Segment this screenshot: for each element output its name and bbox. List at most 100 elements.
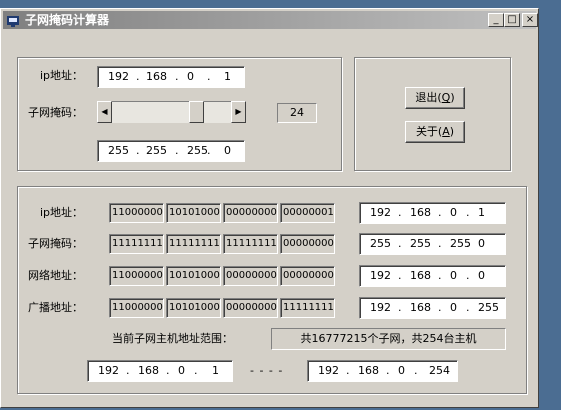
broadcast-decimal-octet-4: 255 (478, 301, 499, 314)
ip-octet-2: 168 (146, 70, 167, 83)
ip-octet-1: 192 (108, 70, 129, 83)
network-decimal-field[interactable]: 192 168 0 0... (359, 265, 506, 287)
mask-binary-octet-4: 00000000 (280, 234, 335, 254)
dot: . (398, 206, 402, 219)
broadcast-row-label: 广播地址： (28, 301, 83, 314)
about-paren: ) (449, 125, 455, 138)
network-row-label: 网络地址： (28, 269, 83, 282)
dot: . (166, 364, 170, 377)
dot: . (438, 301, 442, 314)
dot: . (207, 70, 211, 83)
mask-octet-1: 255 (108, 144, 129, 157)
network-binary-octet-1: 11000000 (109, 266, 164, 286)
dot: . (466, 301, 470, 314)
ip-row-label: ip地址： (40, 206, 84, 219)
range-end-octet-2: 168 (358, 364, 379, 377)
prefix-readout: 24 (277, 103, 317, 123)
close-button[interactable]: × (522, 13, 538, 27)
broadcast-decimal-octet-3: 0 (450, 301, 457, 314)
broadcast-decimal-octet-1: 192 (370, 301, 391, 314)
mask-binary-octet-2: 11111111 (166, 234, 221, 254)
ip-octet-4: 1 (224, 70, 231, 83)
mask-decimal-octet-4: 0 (478, 237, 485, 250)
range-start-octet-1: 192 (98, 364, 119, 377)
mask-binary-octet-3: 11111111 (223, 234, 278, 254)
mask-octet-2: 255 (146, 144, 167, 157)
range-label: 当前子网主机地址范围： (112, 332, 233, 345)
ip-decimal-octet-2: 168 (410, 206, 431, 219)
range-end-octet-3: 0 (398, 364, 405, 377)
dot: . (466, 269, 470, 282)
ip-binary-octet-2: 10101000 (166, 203, 221, 223)
about-button[interactable]: 关于(A) (405, 121, 465, 143)
ip-decimal-octet-4: 1 (478, 206, 485, 219)
range-start[interactable]: 192 . 168 . 0 . 1 (87, 360, 233, 382)
network-binary-octet-3: 00000000 (223, 266, 278, 286)
dot: . (438, 237, 442, 250)
dot: . (386, 364, 390, 377)
range-end-octet-4: 254 (429, 364, 450, 377)
dot: . (194, 364, 198, 377)
slider-left-arrow-icon[interactable]: ◀ (97, 101, 112, 123)
dot: . (438, 269, 442, 282)
broadcast-decimal-field[interactable]: 192 168 0 255... (359, 297, 506, 319)
range-start-octet-4: 1 (212, 364, 219, 377)
ip-decimal-octet-1: 192 (370, 206, 391, 219)
dot: . (175, 70, 179, 83)
network-decimal-octet-4: 0 (478, 269, 485, 282)
mask-decimal-octet-2: 255 (410, 237, 431, 250)
mask-slider[interactable] (97, 101, 245, 123)
ip-input[interactable]: 192 . 168 . 0 . 1 (97, 66, 245, 88)
slider-thumb[interactable] (189, 101, 204, 123)
title-bar[interactable]: 子网掩码计算器 _ □ × (3, 11, 538, 29)
dot: . (346, 364, 350, 377)
window-title: 子网掩码计算器 (25, 13, 110, 27)
action-group (354, 57, 511, 171)
about-hotkey: A (442, 125, 450, 138)
mask-row-label: 子网掩码： (28, 237, 83, 250)
mask-binary-octet-1: 11111111 (109, 234, 164, 254)
exit-paren: ) (450, 91, 455, 104)
dot: . (466, 206, 470, 219)
network-binary-octet-4: 00000000 (280, 266, 335, 286)
maximize-button[interactable]: □ (504, 13, 520, 27)
dot: . (398, 269, 402, 282)
dot: . (207, 144, 211, 157)
broadcast-binary-octet-2: 10101000 (166, 298, 221, 318)
dot: . (398, 237, 402, 250)
mask-decimal-field[interactable]: 255 255 255 0... (359, 233, 506, 255)
ip-decimal-field[interactable]: 192 168 0 1... (359, 202, 506, 224)
network-decimal-octet-1: 192 (370, 269, 391, 282)
ip-binary-octet-3: 00000000 (223, 203, 278, 223)
broadcast-binary-octet-1: 11000000 (109, 298, 164, 318)
ip-binary-octet-1: 11000000 (109, 203, 164, 223)
dot: . (175, 144, 179, 157)
network-decimal-octet-2: 168 (410, 269, 431, 282)
range-end[interactable]: 192 . 168 . 0 . 254 (307, 360, 458, 382)
mask-decimal-octet-1: 255 (370, 237, 391, 250)
mask-octet-3: 255 (187, 144, 208, 157)
range-end-octet-1: 192 (318, 364, 339, 377)
range-start-octet-3: 0 (178, 364, 185, 377)
broadcast-binary-octet-4: 11111111 (280, 298, 335, 318)
minimize-button[interactable]: _ (488, 13, 504, 27)
dot: . (398, 301, 402, 314)
network-decimal-octet-3: 0 (450, 269, 457, 282)
subnet-summary: 共16777215个子网，共254台主机 (271, 328, 506, 350)
exit-button[interactable]: 退出(Q) (405, 87, 465, 109)
ip-label: ip地址： (40, 69, 84, 82)
range-start-octet-2: 168 (138, 364, 159, 377)
broadcast-decimal-octet-2: 168 (410, 301, 431, 314)
ip-binary-octet-4: 00000001 (280, 203, 335, 223)
dot: . (414, 364, 418, 377)
broadcast-binary-octet-3: 00000000 (223, 298, 278, 318)
app-icon (7, 16, 19, 27)
mask-display[interactable]: 255 . 255 . 255 . 0 (97, 140, 245, 162)
exit-label: 退出( (415, 91, 442, 104)
dot: . (126, 364, 130, 377)
network-binary-octet-2: 10101000 (166, 266, 221, 286)
ip-decimal-octet-3: 0 (450, 206, 457, 219)
slider-right-arrow-icon[interactable]: ▶ (231, 101, 246, 123)
dot: . (438, 206, 442, 219)
dot: . (136, 70, 140, 83)
